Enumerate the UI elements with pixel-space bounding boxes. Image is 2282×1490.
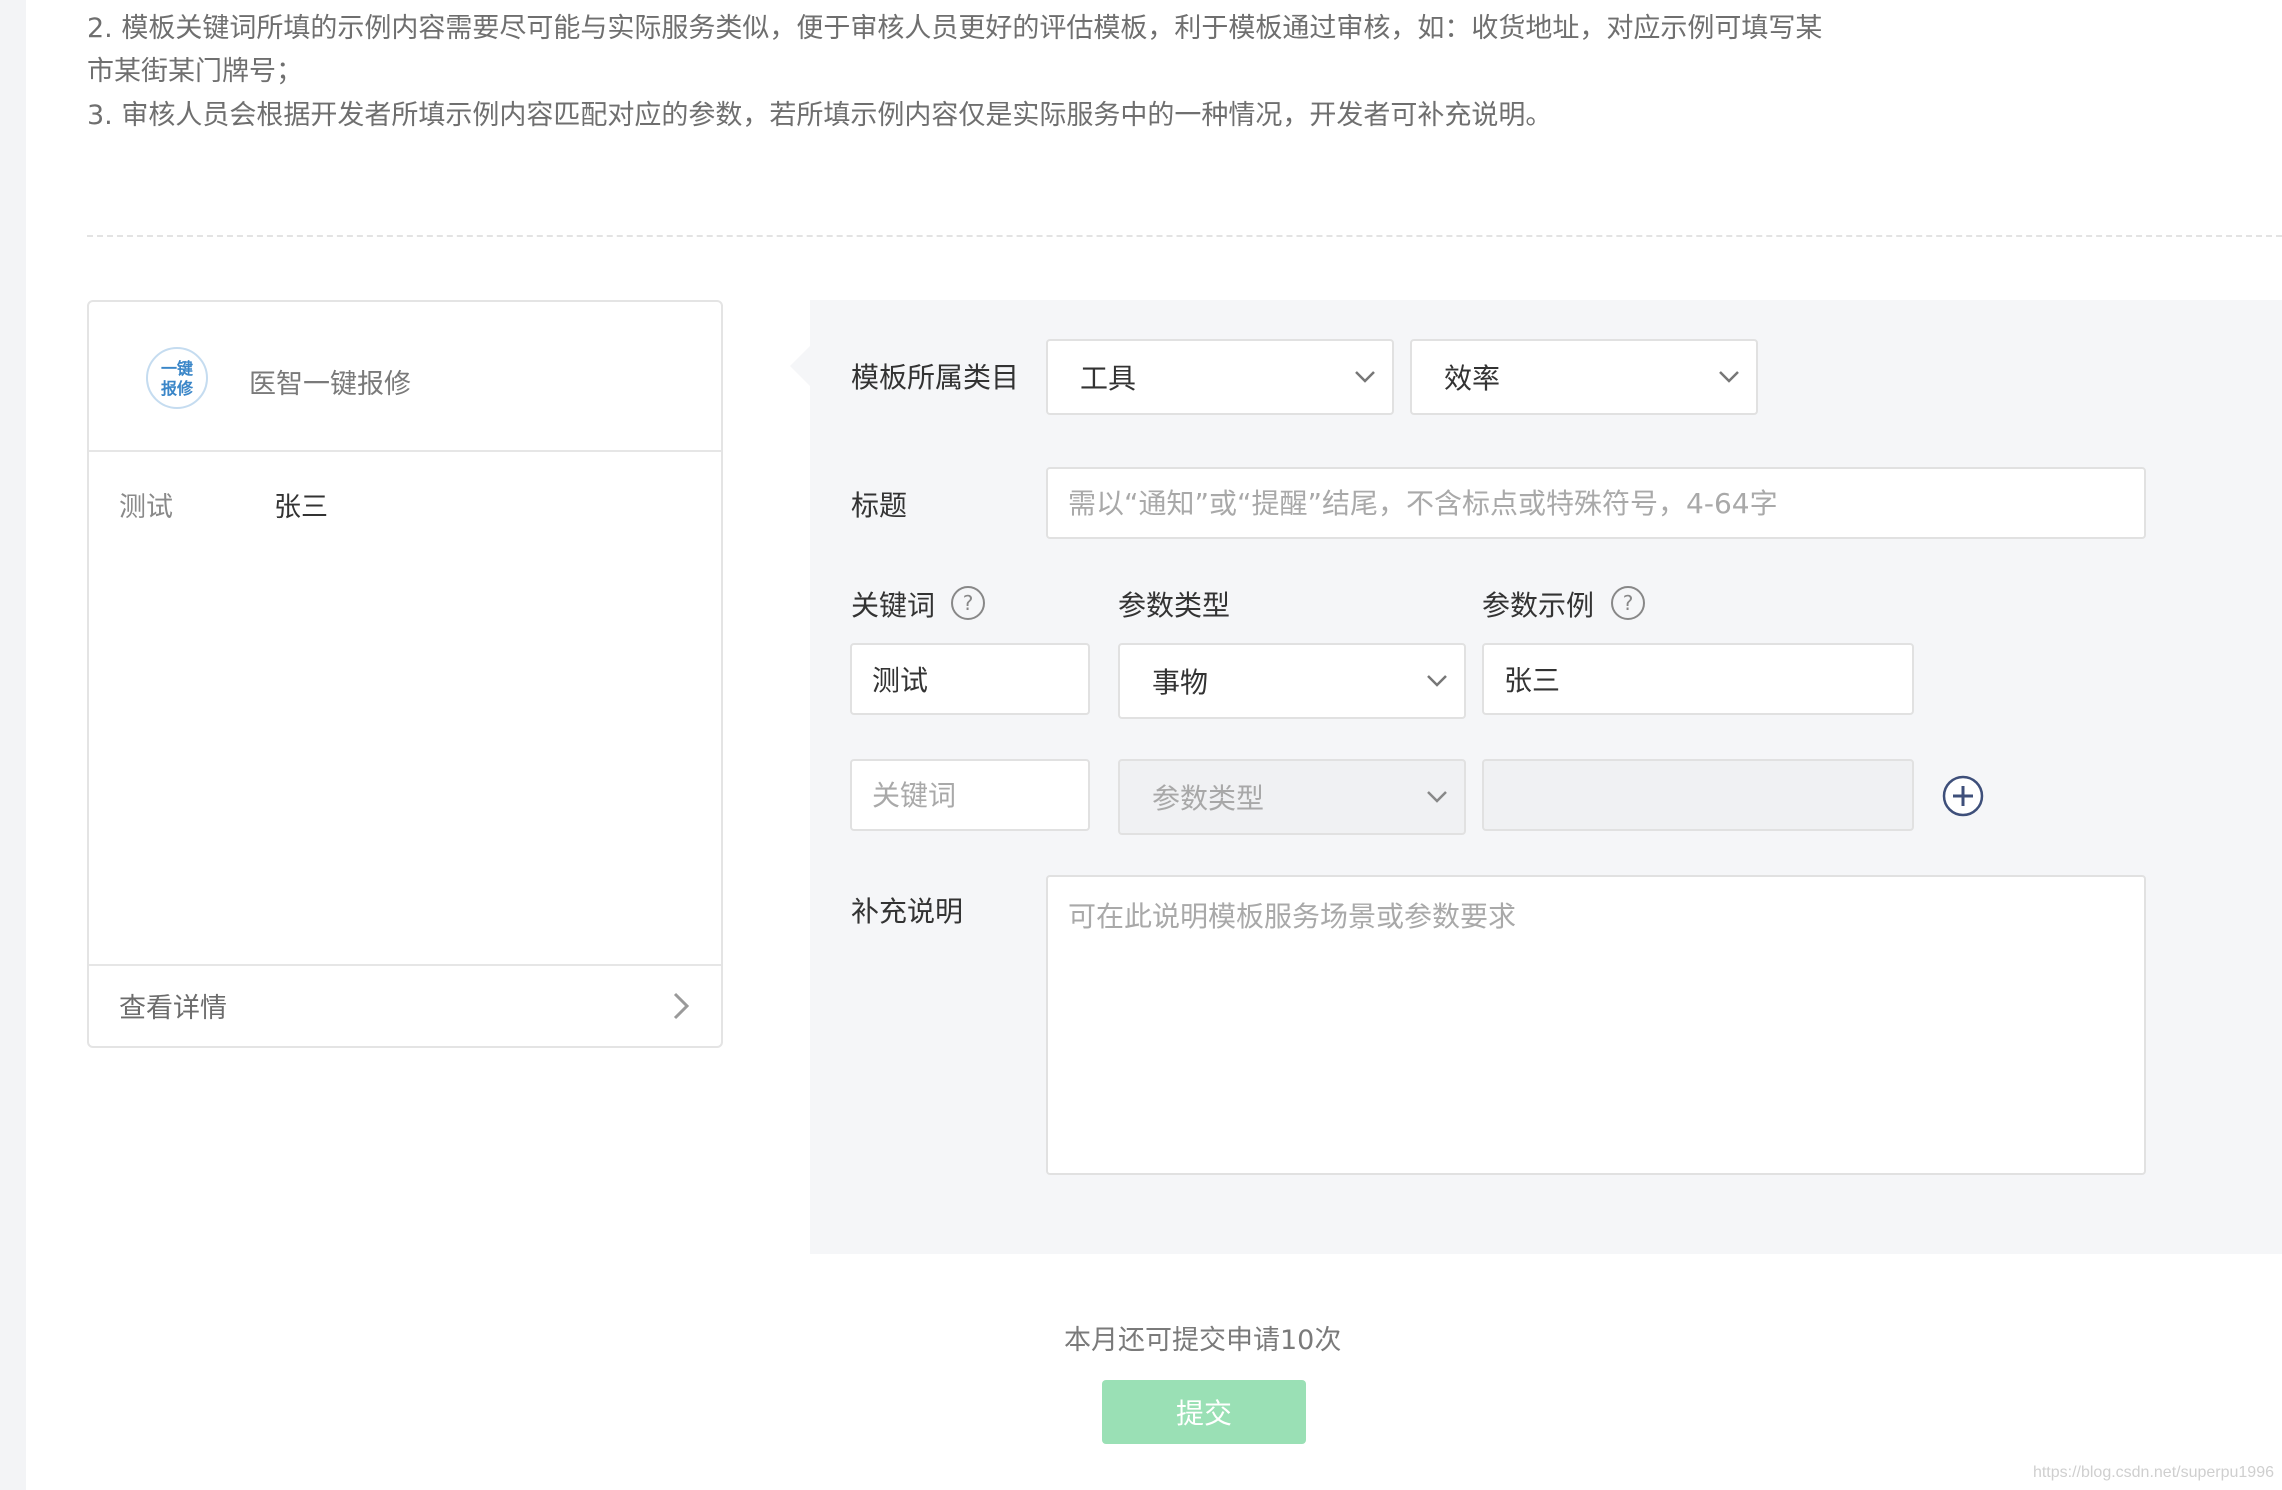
category-label: 模板所属类目 (851, 361, 1020, 394)
instruction-line-2: 2. 模板关键词所填的示例内容需要尽可能与实际服务类似，便于审核人员更好的评估模… (87, 13, 1823, 44)
app-logo-icon: 一键 报修 (161, 359, 194, 398)
svg-text:?: ? (1623, 591, 1634, 615)
instruction-line-3: 3. 审核人员会根据开发者所填示例内容匹配对应的参数，若所填示例内容仅是实际服务… (87, 100, 1553, 131)
category-primary-value: 工具 (1080, 362, 1137, 395)
template-preview-card: 一键 报修 医智一键报修 测试 张三 查看详情 (87, 300, 723, 1048)
logo-text-top: 一键 (161, 359, 193, 378)
app-name: 医智一键报修 (249, 369, 411, 400)
keyword-header: 关键词 (851, 589, 936, 622)
extra-description-textarea[interactable] (1046, 875, 2146, 1175)
category-secondary-select[interactable]: 效率 (1410, 339, 1758, 415)
dashed-divider (87, 235, 2282, 237)
param-type-select[interactable]: 事物 (1118, 643, 1466, 719)
preview-card-header: 一键 报修 医智一键报修 (89, 302, 721, 452)
watermark-text: https://blog.csdn.net/superpu1996 (2032, 1464, 2274, 1481)
new-keyword-input[interactable] (850, 759, 1090, 831)
chevron-down-icon (1427, 791, 1447, 803)
param-example-header: 参数示例 (1482, 589, 1595, 622)
title-label: 标题 (851, 489, 908, 522)
submit-button[interactable]: 提交 (1102, 1380, 1306, 1444)
chevron-down-icon (1355, 371, 1375, 383)
example-help-icon[interactable]: ? (1610, 585, 1646, 621)
new-param-type-select[interactable]: 参数类型 (1118, 759, 1466, 835)
keyword-input[interactable] (850, 643, 1090, 715)
param-example-input[interactable] (1482, 643, 1914, 715)
logo-text-bottom: 报修 (161, 379, 194, 398)
param-type-value: 事物 (1152, 666, 1209, 699)
new-param-example-input[interactable] (1482, 759, 1914, 831)
chevron-down-icon (1719, 371, 1739, 383)
submission-quota-text: 本月还可提交申请10次 (1064, 1325, 1342, 1356)
category-primary-select[interactable]: 工具 (1046, 339, 1394, 415)
preview-row-key: 测试 (119, 492, 173, 523)
title-input[interactable] (1046, 467, 2146, 539)
extra-description-label: 补充说明 (851, 895, 964, 928)
app-logo: 一键 报修 (146, 347, 208, 409)
preview-card-footer[interactable]: 查看详情 (89, 964, 721, 1046)
svg-text:?: ? (963, 591, 974, 615)
preview-row-value: 张三 (274, 492, 328, 523)
chevron-right-icon (673, 992, 690, 1020)
view-detail-link[interactable]: 查看详情 (119, 986, 227, 1025)
new-param-type-placeholder: 参数类型 (1152, 782, 1265, 815)
chevron-down-icon (1427, 675, 1447, 687)
param-type-header: 参数类型 (1118, 589, 1231, 622)
panel-pointer (790, 346, 810, 386)
instruction-line-2-cont: 市某街某门牌号； (87, 56, 303, 87)
add-keyword-button[interactable] (1942, 775, 1984, 817)
keyword-help-icon[interactable]: ? (950, 585, 986, 621)
category-secondary-value: 效率 (1444, 362, 1501, 395)
